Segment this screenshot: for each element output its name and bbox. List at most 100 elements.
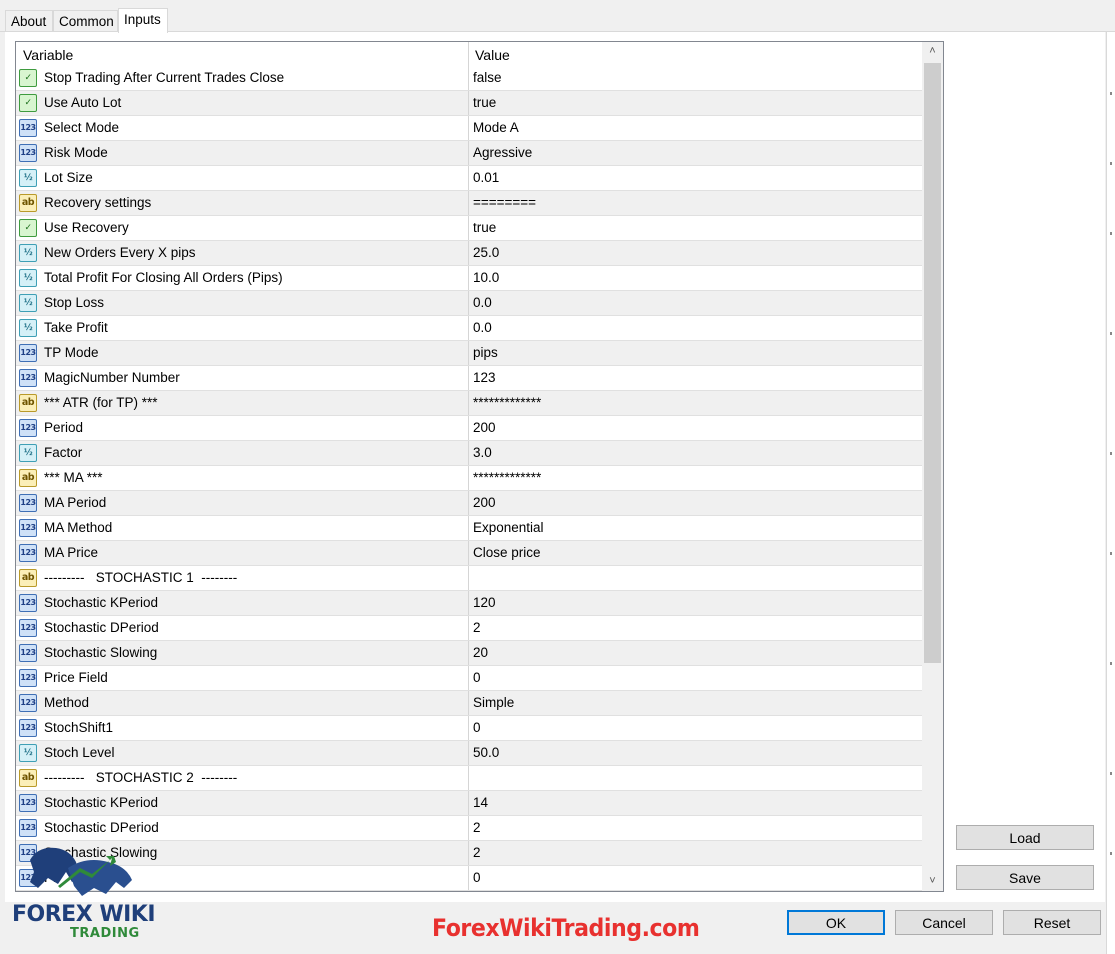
table-row[interactable]: 123 Stochastic DPeriod 2: [16, 616, 922, 641]
table-row[interactable]: ✓ Use Recovery true: [16, 216, 922, 241]
scroll-thumb[interactable]: [924, 63, 941, 663]
variable-cell[interactable]: 123 Method: [16, 691, 469, 715]
variable-cell[interactable]: 123 TP Mode: [16, 341, 469, 365]
value-cell[interactable]: 120: [473, 591, 496, 615]
table-row[interactable]: 123 Method Simple: [16, 691, 922, 716]
table-row[interactable]: 123 MA Price Close price: [16, 541, 922, 566]
table-row[interactable]: ✓ Use Auto Lot true: [16, 91, 922, 116]
table-row[interactable]: ab Recovery settings ========: [16, 191, 922, 216]
variable-cell[interactable]: ½ New Orders Every X pips: [16, 241, 469, 265]
variable-cell[interactable]: 123 Stochastic DPeriod: [16, 816, 469, 840]
table-row[interactable]: 123 TP Mode pips: [16, 341, 922, 366]
value-cell[interactable]: 50.0: [473, 741, 499, 765]
table-row[interactable]: 123 Stochastic Slowing 20: [16, 641, 922, 666]
value-cell[interactable]: 0: [473, 866, 481, 890]
table-row[interactable]: 123 Select Mode Mode A: [16, 116, 922, 141]
value-cell[interactable]: 3.0: [473, 441, 492, 465]
column-header-variable[interactable]: Variable: [23, 42, 73, 66]
value-cell[interactable]: 10.0: [473, 266, 499, 290]
table-row[interactable]: 123 MA Method Exponential: [16, 516, 922, 541]
variable-cell[interactable]: ✓ Use Auto Lot: [16, 91, 469, 115]
variable-cell[interactable]: ab *** MA ***: [16, 466, 469, 490]
table-row[interactable]: 123 Risk Mode Agressive: [16, 141, 922, 166]
table-row[interactable]: ½ Lot Size 0.01: [16, 166, 922, 191]
variable-cell[interactable]: 123 MA Method: [16, 516, 469, 540]
value-cell[interactable]: *************: [473, 391, 541, 415]
variable-cell[interactable]: 123 Stochastic Slowing: [16, 641, 469, 665]
value-cell[interactable]: 14: [473, 791, 488, 815]
table-row[interactable]: ½ Take Profit 0.0: [16, 316, 922, 341]
vertical-scrollbar[interactable]: ˄ ˅: [922, 42, 943, 891]
table-row[interactable]: ab *** ATR (for TP) *** *************: [16, 391, 922, 416]
variable-cell[interactable]: ½ Total Profit For Closing All Orders (Pi…: [16, 266, 469, 290]
value-cell[interactable]: pips: [473, 341, 498, 365]
variable-cell[interactable]: 123 Stochastic DPeriod: [16, 616, 469, 640]
value-cell[interactable]: 2: [473, 816, 481, 840]
value-cell[interactable]: true: [473, 91, 496, 115]
variable-cell[interactable]: 123 Stochastic KPeriod: [16, 591, 469, 615]
variable-cell[interactable]: ✓ Stop Trading After Current Trades Close: [16, 66, 469, 90]
value-cell[interactable]: Mode A: [473, 116, 519, 140]
variable-cell[interactable]: ½ Take Profit: [16, 316, 469, 340]
variable-cell[interactable]: 123 MA Price: [16, 541, 469, 565]
variable-cell[interactable]: 123 Select Mode: [16, 116, 469, 140]
variable-cell[interactable]: 123 Price Field: [16, 666, 469, 690]
tab-inputs[interactable]: Inputs: [118, 8, 168, 33]
column-header-value[interactable]: Value: [475, 42, 510, 66]
table-row[interactable]: ½ Stoch Level 50.0: [16, 741, 922, 766]
table-row[interactable]: ab --------- STOCHASTIC 1 --------: [16, 566, 922, 591]
variable-cell[interactable]: 123 StochShift1: [16, 716, 469, 740]
table-row[interactable]: 123 Price Field 0: [16, 666, 922, 691]
variable-cell[interactable]: ½ Stop Loss: [16, 291, 469, 315]
value-cell[interactable]: Exponential: [473, 516, 544, 540]
table-row[interactable]: ½ New Orders Every X pips 25.0: [16, 241, 922, 266]
value-cell[interactable]: 0.0: [473, 316, 492, 340]
value-cell[interactable]: 0: [473, 716, 481, 740]
value-cell[interactable]: 2: [473, 841, 481, 865]
table-row[interactable]: 123 Stochastic KPeriod 14: [16, 791, 922, 816]
value-cell[interactable]: 123: [473, 366, 496, 390]
tab-about[interactable]: About: [5, 10, 53, 31]
scroll-down-icon[interactable]: ˅: [922, 872, 943, 891]
table-row[interactable]: ab --------- STOCHASTIC 2 --------: [16, 766, 922, 791]
table-row[interactable]: 123 MA Period 200: [16, 491, 922, 516]
save-button[interactable]: Save: [956, 865, 1094, 890]
table-row[interactable]: 123 StochShift1 0: [16, 716, 922, 741]
value-cell[interactable]: 20: [473, 641, 488, 665]
reset-button[interactable]: Reset: [1003, 910, 1101, 935]
table-row[interactable]: ab *** MA *** *************: [16, 466, 922, 491]
variable-cell[interactable]: 123 MA Period: [16, 491, 469, 515]
table-row[interactable]: 123 Stochastic KPeriod 120: [16, 591, 922, 616]
variable-cell[interactable]: 123 Period: [16, 416, 469, 440]
variable-cell[interactable]: ½ Lot Size: [16, 166, 469, 190]
table-row[interactable]: 123 MagicNumber Number 123: [16, 366, 922, 391]
column-divider[interactable]: [468, 42, 469, 66]
value-cell[interactable]: 0.01: [473, 166, 499, 190]
variable-cell[interactable]: ✓ Use Recovery: [16, 216, 469, 240]
variable-cell[interactable]: ½ Stoch Level: [16, 741, 469, 765]
value-cell[interactable]: false: [473, 66, 502, 90]
table-row[interactable]: ½ Factor 3.0: [16, 441, 922, 466]
value-cell[interactable]: Simple: [473, 691, 514, 715]
variable-cell[interactable]: ab Recovery settings: [16, 191, 469, 215]
ok-button[interactable]: OK: [787, 910, 885, 935]
value-cell[interactable]: *************: [473, 466, 541, 490]
value-cell[interactable]: 0.0: [473, 291, 492, 315]
variable-cell[interactable]: 123 Stochastic KPeriod: [16, 791, 469, 815]
variable-cell[interactable]: ½ Factor: [16, 441, 469, 465]
value-cell[interactable]: 200: [473, 416, 496, 440]
table-row[interactable]: 123 Period 200: [16, 416, 922, 441]
value-cell[interactable]: 200: [473, 491, 496, 515]
tab-common[interactable]: Common: [53, 10, 118, 31]
value-cell[interactable]: true: [473, 216, 496, 240]
variable-cell[interactable]: ab --------- STOCHASTIC 1 --------: [16, 566, 469, 590]
table-row[interactable]: ✓ Stop Trading After Current Trades Close…: [16, 66, 922, 91]
variable-cell[interactable]: 123 Risk Mode: [16, 141, 469, 165]
variable-cell[interactable]: ab *** ATR (for TP) ***: [16, 391, 469, 415]
cancel-button[interactable]: Cancel: [895, 910, 993, 935]
value-cell[interactable]: 25.0: [473, 241, 499, 265]
value-cell[interactable]: Close price: [473, 541, 541, 565]
table-row[interactable]: ½ Stop Loss 0.0: [16, 291, 922, 316]
table-row[interactable]: ½ Total Profit For Closing All Orders (Pi…: [16, 266, 922, 291]
value-cell[interactable]: ========: [473, 191, 536, 215]
